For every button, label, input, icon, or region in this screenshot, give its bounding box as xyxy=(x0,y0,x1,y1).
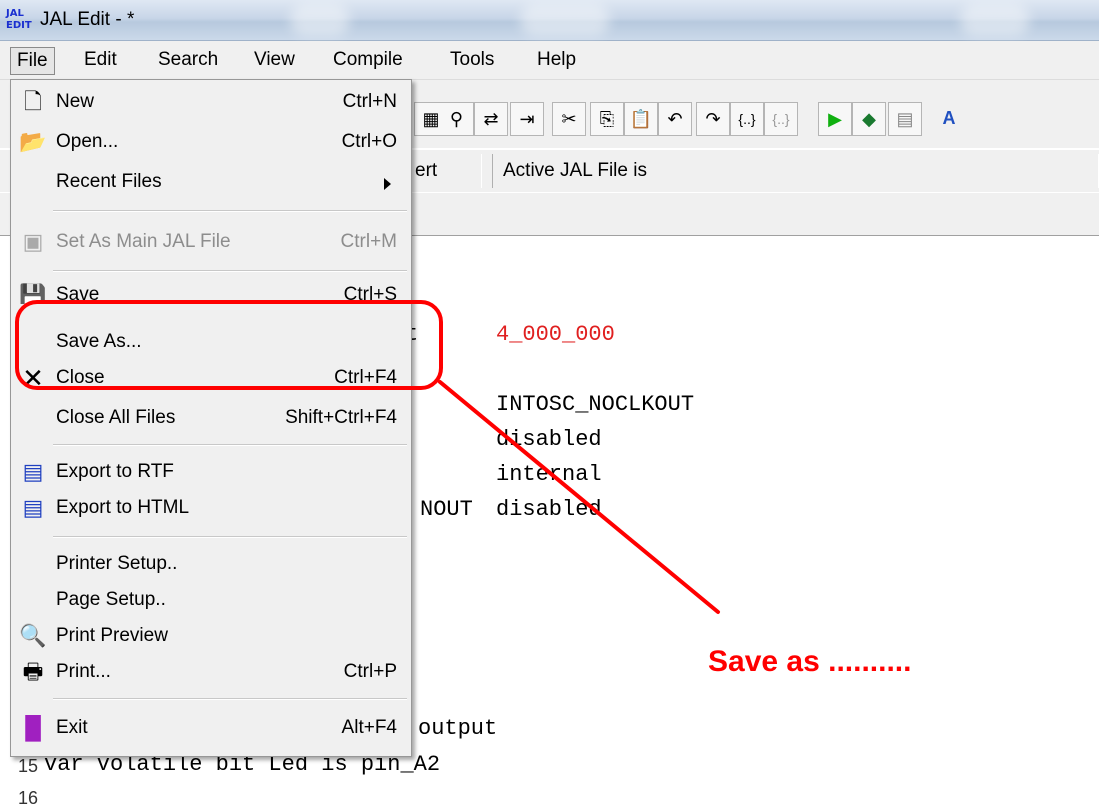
annotation-arrow-line xyxy=(438,380,720,614)
annotation-label: Save as .......... xyxy=(708,645,912,678)
